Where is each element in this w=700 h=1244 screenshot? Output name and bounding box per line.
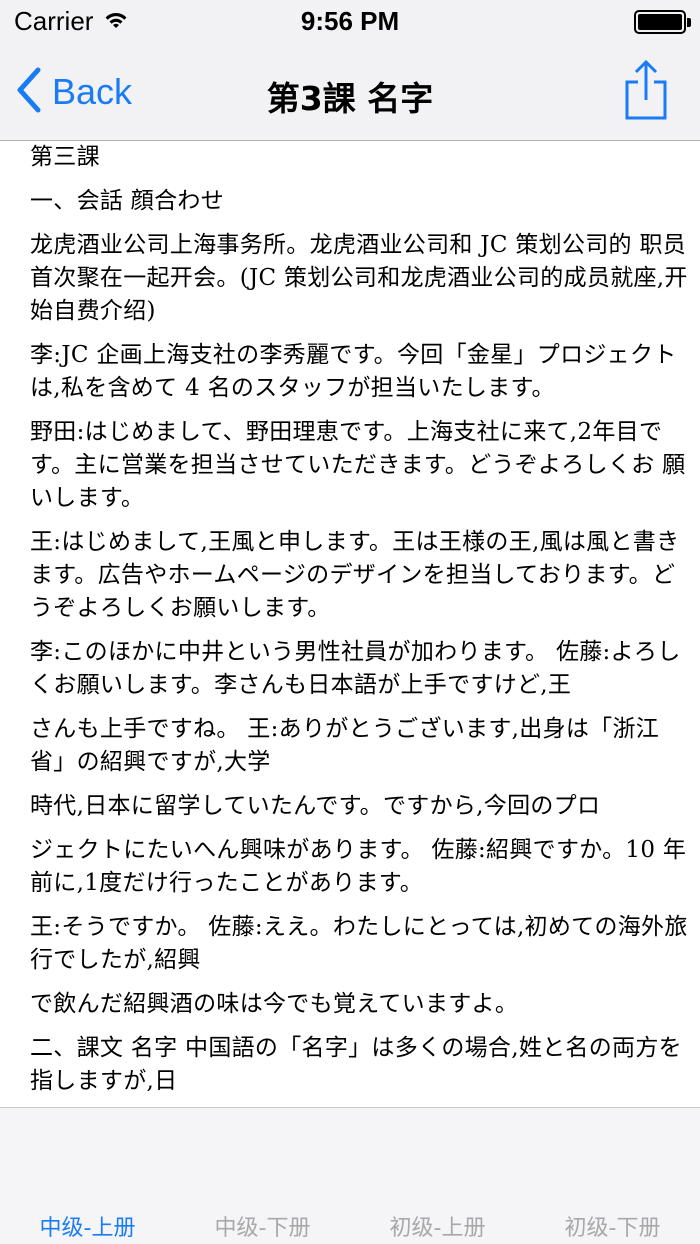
- tab-1[interactable]: 中级-上册: [0, 1210, 175, 1242]
- text-paragraph: ジェクトにたいへん興味があります。 佐藤:紹興ですか。10 年前に,1度だけ行っ…: [30, 837, 687, 896]
- text-paragraph: 龙虎酒业公司上海事务所。龙虎酒业公司和 JC 策划公司的 职员首次聚在一起开会。…: [30, 232, 688, 324]
- text-paragraph: 野田:はじめまして、野田理恵です。上海支社に来て,2年目です。主に営業を担当させ…: [30, 419, 686, 511]
- battery-icon: [634, 10, 691, 34]
- text-paragraph: 第三課: [30, 144, 100, 170]
- share-button[interactable]: [624, 58, 668, 122]
- share-icon: [624, 59, 668, 126]
- battery-fill: [638, 14, 682, 30]
- text-paragraph: 二、課文 名字 中国語の「名字」は多くの場合,姓と名の両方を指しますが,日: [30, 1035, 682, 1094]
- navigation-bar: Back 第3課 名字: [0, 44, 700, 141]
- status-bar: Carrier 9:56 PM: [0, 0, 700, 44]
- tab-bar: 中级-上册 中级-下册 初级-上册 初级-下册: [0, 1107, 700, 1244]
- status-time: 9:56 PM: [300, 6, 400, 36]
- text-paragraph: 李:このほかに中井という男性社員が加わります。 佐藤:よろしくお願いします。李さ…: [30, 639, 681, 698]
- tab-2[interactable]: 中级-下册: [175, 1210, 350, 1242]
- tab-4[interactable]: 初级-下册: [525, 1210, 700, 1242]
- text-paragraph: 李:JC 企画上海支社の李秀麗です。今回「金星」プロジェクトは,私を含めて 4 …: [30, 342, 677, 401]
- lesson-text: 第三課一、会話 顔合わせ龙虎酒业公司上海事务所。龙虎酒业公司和 JC 策划公司的…: [30, 141, 690, 1107]
- text-paragraph: で飲んだ紹興酒の味は今でも覚えていますよ。: [30, 991, 519, 1017]
- text-paragraph: 一、会話 顔合わせ: [30, 188, 225, 214]
- text-paragraph: 時代,日本に留学していたんです。ですから,今回のプロ: [30, 793, 601, 819]
- tab-3[interactable]: 初级-上册: [350, 1210, 525, 1242]
- text-paragraph: さんも上手ですね。 王:ありがとうございます,出身は「浙江省」の紹興ですが,大学: [30, 716, 660, 775]
- text-paragraph: 王:そうですか。 佐藤:ええ。わたしにとっては,初めての海外旅行でしたが,紹興: [30, 914, 688, 973]
- text-paragraph: 王:はじめまして,王風と申します。王は王様の王,風は風と書きます。広告やホームペ…: [30, 529, 680, 621]
- page-title: 第3課 名字: [266, 79, 434, 118]
